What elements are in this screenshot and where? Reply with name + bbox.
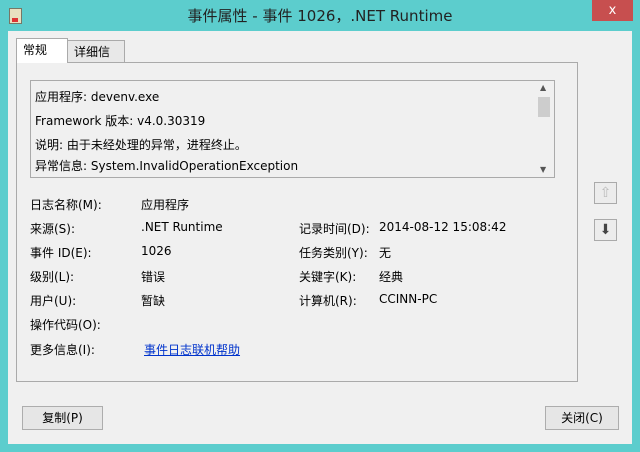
event-viewer-icon (9, 8, 22, 24)
computer-label: 计算机(R): (299, 294, 357, 308)
copy-button[interactable]: 复制(P) (22, 406, 103, 430)
description-scrollbar[interactable] (536, 81, 554, 177)
keywords-label: 关键字(K): (299, 270, 357, 284)
event-id-value: 1026 (141, 244, 172, 258)
task-category-label: 任务类别(Y): (299, 246, 368, 260)
window-title: 事件属性 - 事件 1026，.NET Runtime (187, 7, 453, 25)
tab-general[interactable]: 常规 (16, 38, 68, 63)
description-line: Framework 版本: v4.0.30319 (35, 114, 206, 128)
scroll-up-icon[interactable]: ▲ (540, 83, 546, 92)
description-box[interactable]: 应用程序: devenv.exe Framework 版本: v4.0.3031… (30, 80, 555, 178)
source-label: 来源(S): (30, 222, 76, 236)
logged-label: 记录时间(D): (299, 222, 370, 236)
source-value: .NET Runtime (141, 220, 223, 234)
tab-details[interactable]: 详细信息 (67, 40, 125, 76)
description-line: 应用程序: devenv.exe (35, 90, 160, 104)
level-label: 级别(L): (30, 270, 75, 284)
user-value: 暂缺 (141, 294, 166, 308)
close-window-button[interactable]: x (592, 0, 633, 21)
computer-value: CCINN-PC (379, 292, 438, 306)
description-line: 异常信息: System.InvalidOperationException (35, 159, 299, 173)
log-name-label: 日志名称(M): (30, 198, 102, 212)
previous-event-button[interactable]: ⇧ (594, 182, 617, 204)
level-value: 错误 (141, 270, 166, 284)
next-event-button[interactable]: ⬇ (594, 219, 617, 241)
close-button[interactable]: 关闭(C) (545, 406, 619, 430)
log-name-value: 应用程序 (141, 198, 190, 212)
keywords-value: 经典 (379, 270, 404, 284)
description-line: 说明: 由于未经处理的异常，进程终止。 (35, 138, 247, 152)
online-help-link[interactable]: 事件日志联机帮助 (144, 341, 240, 358)
task-category-value: 无 (379, 246, 392, 260)
user-label: 用户(U): (30, 294, 77, 308)
event-id-label: 事件 ID(E): (30, 246, 92, 260)
logged-value: 2014-08-12 15:08:42 (379, 220, 507, 234)
scroll-down-icon[interactable]: ▼ (540, 165, 546, 174)
opcode-label: 操作代码(O): (30, 318, 101, 332)
more-info-label: 更多信息(I): (30, 343, 95, 357)
scrollbar-thumb[interactable] (538, 97, 550, 117)
